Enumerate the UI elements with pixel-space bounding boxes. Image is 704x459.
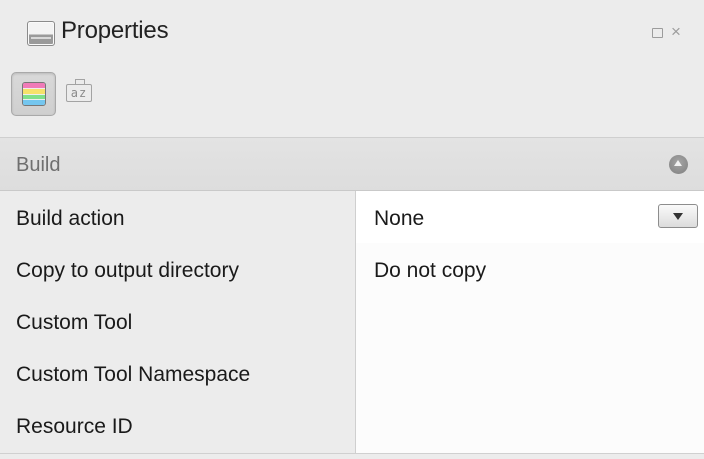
pad-title: Properties	[61, 17, 169, 44]
properties-pad-icon	[27, 21, 55, 46]
property-value-resource-id[interactable]	[356, 399, 704, 451]
maximize-icon[interactable]	[652, 28, 663, 38]
property-name: Build action	[16, 207, 125, 230]
category-header-build[interactable]: Build	[0, 137, 704, 191]
property-grid: Build action Copy to output directory Cu…	[0, 191, 704, 453]
property-value: Do not copy	[374, 259, 487, 282]
sort-alphabetical-icon: az	[66, 79, 92, 102]
collapse-up-icon[interactable]	[669, 155, 688, 174]
property-row-name[interactable]: Resource ID	[0, 399, 355, 451]
close-icon[interactable]: ×	[671, 22, 681, 42]
property-row-name[interactable]: Custom Tool	[0, 295, 355, 347]
divider	[0, 453, 704, 454]
build-action-dropdown-button[interactable]	[658, 204, 698, 228]
property-name: Custom Tool Namespace	[16, 363, 251, 386]
property-name: Resource ID	[16, 415, 133, 438]
category-label: Build	[16, 154, 61, 176]
properties-pad: Properties × az Build Build action Copy …	[0, 0, 704, 459]
stripe-blue	[23, 100, 45, 105]
pad-title-bar[interactable]: Properties ×	[0, 0, 704, 62]
sort-alphabetical-button[interactable]: az	[64, 78, 96, 110]
property-names-column: Build action Copy to output directory Cu…	[0, 191, 355, 453]
property-row-name[interactable]: Build action	[0, 191, 355, 243]
property-value: None	[374, 207, 425, 230]
property-value-custom-tool-namespace[interactable]	[356, 347, 704, 399]
property-value-build-action[interactable]: None	[356, 191, 704, 243]
property-value-copy-to-output[interactable]: Do not copy	[356, 243, 704, 295]
property-row-name[interactable]: Copy to output directory	[0, 243, 355, 295]
property-value-custom-tool[interactable]	[356, 295, 704, 347]
property-values-column: None Do not copy	[355, 191, 704, 453]
categorized-view-button[interactable]	[11, 72, 56, 116]
property-name: Custom Tool	[16, 311, 133, 334]
property-row-name[interactable]: Custom Tool Namespace	[0, 347, 355, 399]
property-name: Copy to output directory	[16, 259, 239, 282]
categorized-view-icon	[22, 82, 46, 106]
